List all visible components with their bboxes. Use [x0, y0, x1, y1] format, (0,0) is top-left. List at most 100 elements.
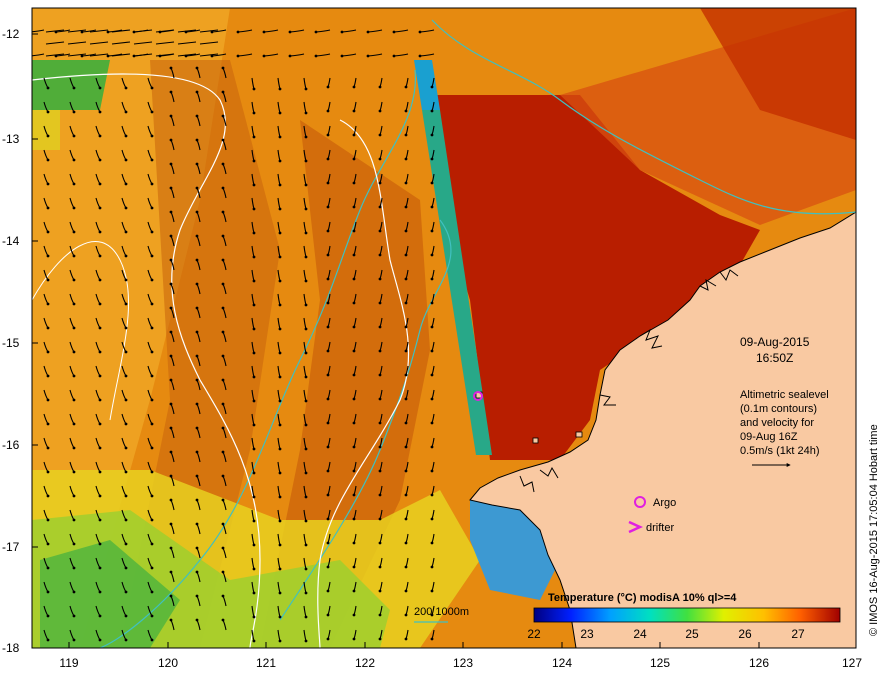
- velocity-arrow-head: [352, 181, 356, 185]
- velocity-arrow-head: [150, 398, 154, 402]
- velocity-arrow-head: [352, 397, 356, 401]
- velocity-arrow-head: [195, 258, 199, 262]
- velocity-arrow-head: [252, 519, 256, 523]
- velocity-arrow-head: [278, 183, 282, 187]
- velocity-arrow-head: [430, 133, 434, 137]
- velocity-arrow-head: [304, 351, 308, 355]
- velocity-arrow-head: [326, 253, 330, 257]
- velocity-arrow-head: [378, 637, 382, 641]
- velocity-arrow-head: [98, 542, 102, 546]
- velocity-arrow-head: [352, 613, 356, 617]
- velocity-arrow-head: [404, 181, 408, 185]
- velocity-arrow-head: [124, 638, 128, 642]
- velocity-arrow-head: [252, 375, 256, 379]
- velocity-arrow-head: [221, 354, 225, 358]
- velocity-arrow-head: [124, 86, 128, 90]
- velocity-arrow-head: [352, 565, 356, 569]
- velocity-arrow-head: [150, 542, 154, 546]
- x-tick-label: 121: [256, 656, 276, 670]
- velocity-arrow-head: [72, 110, 76, 114]
- velocity-arrow-head: [326, 565, 330, 569]
- velocity-arrow-head: [378, 445, 382, 449]
- velocity-arrow-head: [430, 229, 434, 233]
- velocity-arrow-head: [278, 351, 282, 355]
- velocity-arrow-head: [326, 349, 330, 353]
- velocity-arrow-head: [124, 182, 128, 186]
- velocity-arrow-head: [124, 302, 128, 306]
- velocity-arrow-head: [326, 469, 330, 473]
- velocity-arrow-head: [46, 230, 50, 234]
- velocity-arrow-head: [278, 375, 282, 379]
- velocity-arrow-head: [46, 374, 50, 378]
- velocity-arrow-head: [252, 231, 256, 235]
- velocity-arrow-head: [150, 446, 154, 450]
- velocity-arrow-head: [169, 234, 173, 238]
- velocity-arrow-head: [195, 138, 199, 142]
- velocity-arrow-head: [430, 157, 434, 161]
- velocity-arrow-head: [46, 254, 50, 258]
- velocity-arrow-head: [98, 254, 102, 258]
- velocity-arrow-head: [352, 301, 356, 305]
- velocity-arrow-head: [366, 30, 370, 34]
- velocity-arrow-head: [72, 86, 76, 90]
- velocity-arrow-head: [124, 278, 128, 282]
- x-tick-label: 124: [552, 656, 572, 670]
- velocity-arrow-head: [150, 422, 154, 426]
- velocity-arrow-head: [430, 637, 434, 641]
- velocity-arrow-head: [124, 470, 128, 474]
- velocity-arrow-head: [46, 302, 50, 306]
- velocity-arrow-head: [221, 378, 225, 382]
- velocity-arrow-head: [195, 186, 199, 190]
- velocity-arrow-head: [352, 205, 356, 209]
- velocity-arrow-head: [378, 373, 382, 377]
- velocity-arrow-head: [98, 302, 102, 306]
- velocity-arrow-head: [352, 637, 356, 641]
- velocity-arrow-head: [304, 207, 308, 211]
- velocity-arrow-head: [430, 565, 434, 569]
- velocity-arrow-head: [46, 110, 50, 114]
- velocity-arrow-head: [124, 350, 128, 354]
- velocity-arrow-head: [150, 374, 154, 378]
- velocity-arrow-head: [252, 423, 256, 427]
- velocity-arrow-head: [430, 397, 434, 401]
- velocity-arrow-head: [124, 230, 128, 234]
- velocity-arrow-head: [352, 109, 356, 113]
- velocity-arrow-head: [150, 206, 154, 210]
- velocity-arrow-head: [221, 426, 225, 430]
- velocity-arrow-head: [169, 402, 173, 406]
- velocity-arrow-head: [169, 594, 173, 598]
- velocity-arrow-head: [46, 446, 50, 450]
- velocity-arrow-head: [366, 54, 370, 58]
- velocity-arrow-head: [430, 373, 434, 377]
- velocity-arrow-head: [221, 66, 225, 70]
- velocity-arrow-head: [278, 423, 282, 427]
- velocity-arrow-head: [378, 253, 382, 257]
- velocity-arrow-head: [195, 66, 199, 70]
- velocity-arrow-head: [378, 613, 382, 617]
- velocity-arrow-head: [288, 30, 292, 34]
- velocity-arrow-head: [404, 157, 408, 161]
- velocity-arrow-head: [252, 111, 256, 115]
- velocity-arrow-head: [304, 183, 308, 187]
- velocity-arrow-head: [304, 519, 308, 523]
- velocity-arrow-head: [326, 493, 330, 497]
- velocity-arrow-head: [72, 518, 76, 522]
- velocity-arrow-head: [352, 541, 356, 545]
- velocity-arrow-head: [252, 183, 256, 187]
- velocity-arrow-head: [326, 613, 330, 617]
- velocity-arrow-head: [326, 181, 330, 185]
- argo-legend-label: Argo: [653, 497, 676, 509]
- velocity-arrow-head: [378, 325, 382, 329]
- velocity-arrow-head: [430, 277, 434, 281]
- velocity-arrow-head: [304, 279, 308, 283]
- velocity-arrow-head: [195, 306, 199, 310]
- velocity-arrow-head: [352, 517, 356, 521]
- velocity-arrow-head: [169, 330, 173, 334]
- velocity-arrow-head: [262, 54, 266, 58]
- velocity-arrow-head: [378, 109, 382, 113]
- velocity-arrow-head: [124, 518, 128, 522]
- velocity-arrow-head: [221, 570, 225, 574]
- velocity-arrow-head: [326, 229, 330, 233]
- y-tick-label: -12: [2, 27, 20, 41]
- velocity-arrow-head: [278, 519, 282, 523]
